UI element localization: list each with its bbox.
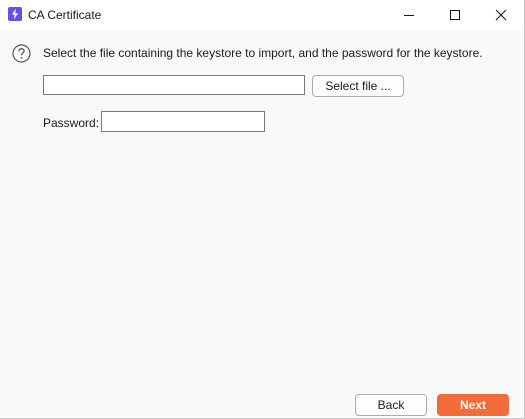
maximize-icon — [450, 10, 460, 20]
close-icon — [495, 9, 507, 21]
maximize-button[interactable] — [432, 0, 478, 30]
minimize-button[interactable] — [386, 0, 432, 30]
instruction-text: Select the file containing the keystore … — [43, 46, 483, 60]
password-input[interactable] — [101, 111, 265, 132]
question-circle-icon — [12, 44, 31, 63]
dialog-window: CA Certificate Select the file containin… — [0, 0, 525, 419]
select-file-button[interactable]: Select file ... — [312, 75, 404, 97]
window-title: CA Certificate — [28, 8, 102, 22]
lightning-icon — [8, 7, 22, 21]
title-bar[interactable]: CA Certificate — [0, 0, 524, 30]
file-path-input[interactable] — [43, 75, 305, 95]
password-label: Password: — [43, 116, 100, 130]
next-button[interactable]: Next — [437, 394, 509, 416]
minimize-icon — [404, 15, 414, 16]
back-button[interactable]: Back — [355, 394, 427, 416]
close-button[interactable] — [478, 0, 524, 30]
